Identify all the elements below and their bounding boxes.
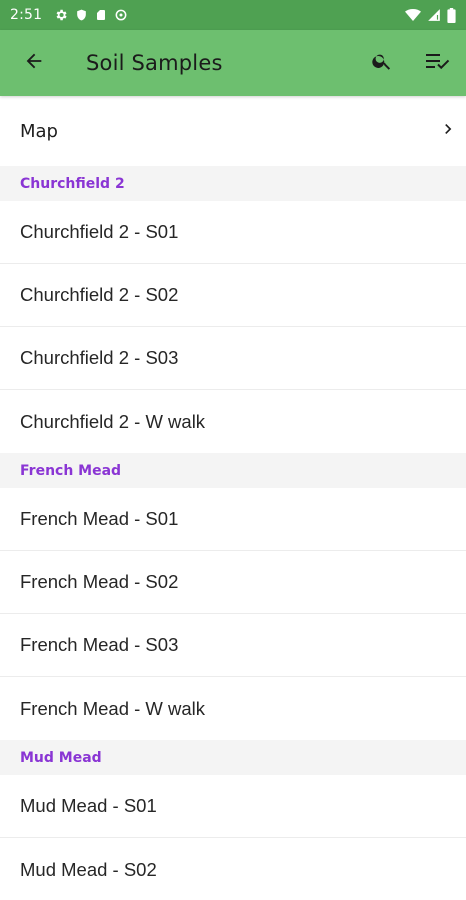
status-bar: 2:51	[0, 0, 466, 30]
section-header: Churchfield 2	[0, 166, 466, 201]
wifi-icon	[405, 8, 421, 22]
arrow-back-icon	[23, 50, 45, 76]
map-row[interactable]: Map	[0, 96, 466, 166]
list-item[interactable]: French Mead - S01	[0, 488, 466, 551]
back-button[interactable]	[0, 30, 68, 96]
search-button[interactable]	[354, 30, 410, 96]
battery-icon	[447, 7, 456, 23]
status-icons-right	[405, 7, 456, 23]
list-item[interactable]: Churchfield 2 - S03	[0, 327, 466, 390]
map-label: Map	[20, 120, 58, 142]
filter-list-icon	[425, 50, 451, 76]
sd-card-icon	[95, 8, 107, 22]
list-item[interactable]: Churchfield 2 - S01	[0, 201, 466, 264]
search-icon	[371, 50, 393, 76]
gear-icon	[54, 8, 68, 22]
list-item[interactable]: Churchfield 2 - W walk	[0, 390, 466, 453]
list-item[interactable]: Churchfield 2 - S02	[0, 264, 466, 327]
list-item[interactable]: Mud Mead - S01	[0, 775, 466, 838]
filter-button[interactable]	[410, 30, 466, 96]
list-item[interactable]: French Mead - S03	[0, 614, 466, 677]
data-saver-icon	[114, 8, 128, 22]
status-time: 2:51	[10, 7, 43, 23]
sample-list: Map Churchfield 2 Churchfield 2 - S01 Ch…	[0, 96, 466, 900]
page-title: Soil Samples	[86, 51, 223, 75]
list-item[interactable]: French Mead - S02	[0, 551, 466, 614]
signal-icon	[427, 8, 441, 22]
list-item[interactable]: Mud Mead - S02	[0, 838, 466, 900]
chevron-right-icon	[438, 119, 458, 144]
section-header: French Mead	[0, 453, 466, 488]
app-bar: Soil Samples	[0, 30, 466, 96]
shield-icon	[75, 8, 88, 22]
section-header: Mud Mead	[0, 740, 466, 775]
list-item[interactable]: French Mead - W walk	[0, 677, 466, 740]
status-icons-left	[54, 8, 128, 22]
